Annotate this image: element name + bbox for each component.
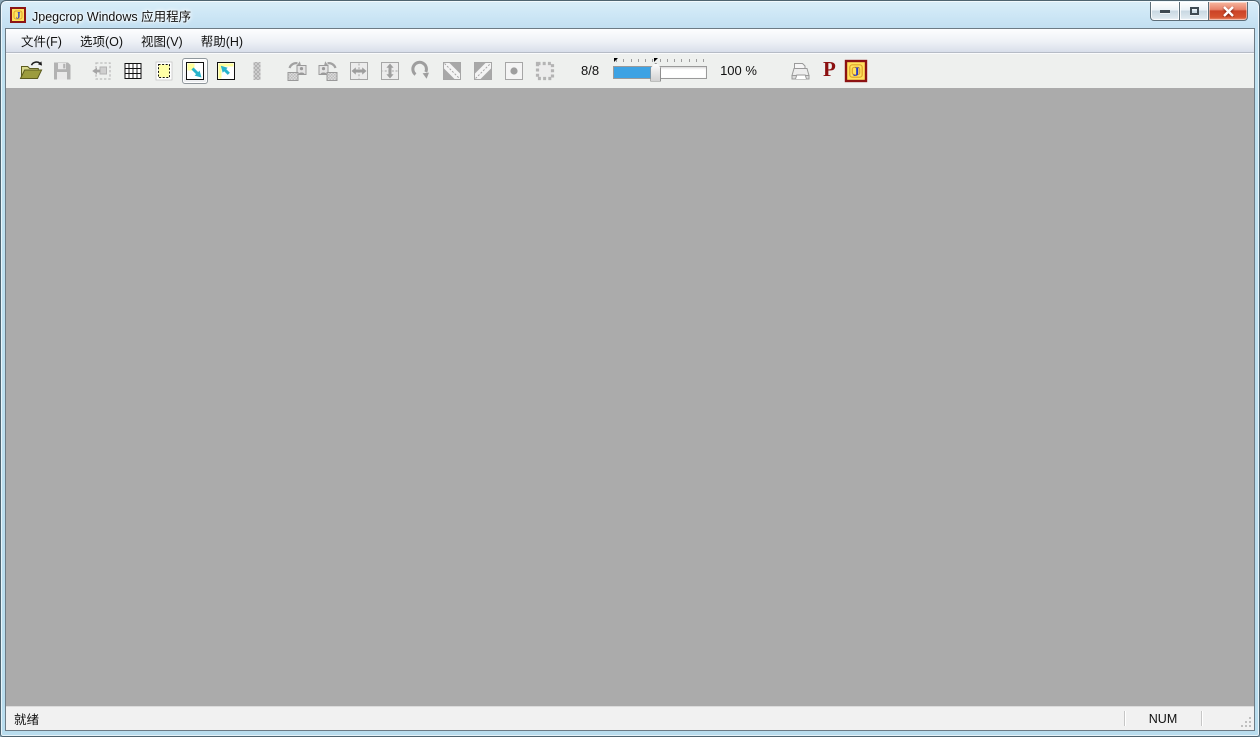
window-body: 文件(F) 选项(O) 视图(V) 帮助(H) 8/8 100 % PJ 就绪 bbox=[5, 28, 1255, 731]
toolbar-buttons bbox=[18, 58, 563, 84]
flip-horizontal-icon bbox=[347, 59, 371, 83]
transpose-button bbox=[439, 58, 465, 84]
slider-fill bbox=[614, 67, 656, 78]
minimize-icon bbox=[1160, 10, 1170, 13]
save-icon bbox=[50, 59, 74, 83]
grid-icon bbox=[121, 59, 145, 83]
maximize-button[interactable] bbox=[1179, 2, 1209, 21]
menu-options[interactable]: 选项(O) bbox=[71, 28, 132, 53]
slider-tick bbox=[674, 59, 675, 62]
crop-dot-button bbox=[501, 58, 527, 84]
flip-vertical-icon bbox=[378, 59, 402, 83]
slider-tick bbox=[703, 59, 704, 62]
minimize-button[interactable] bbox=[1150, 2, 1180, 21]
grid-button[interactable] bbox=[120, 58, 146, 84]
zoom-slider[interactable] bbox=[613, 58, 707, 84]
app-window: J Jpegcrop Windows 应用程序 文件(F) 选项(O) 视图(V… bbox=[0, 0, 1260, 737]
crop-icon bbox=[90, 59, 114, 83]
resize-grip[interactable] bbox=[1238, 707, 1254, 730]
window-title: Jpegcrop Windows 应用程序 bbox=[32, 6, 191, 25]
transverse-button bbox=[470, 58, 496, 84]
menu-help[interactable]: 帮助(H) bbox=[192, 28, 252, 53]
print-icon bbox=[788, 59, 812, 83]
separator-bar-icon bbox=[245, 59, 269, 83]
zoom-fit-icon bbox=[183, 59, 207, 83]
rotate-image-left-icon bbox=[285, 59, 309, 83]
rotate-180-button bbox=[408, 58, 434, 84]
p-marker-button[interactable]: P bbox=[823, 59, 836, 80]
slider-tick bbox=[623, 59, 624, 62]
slider-tick bbox=[638, 59, 639, 62]
slider-tick bbox=[681, 59, 682, 62]
slider-tick bbox=[631, 59, 632, 62]
separator-bar-button bbox=[244, 58, 270, 84]
crop-button bbox=[89, 58, 115, 84]
zoom-fit-button[interactable] bbox=[182, 58, 208, 84]
slider-position-mark bbox=[654, 58, 658, 62]
slider-tick bbox=[660, 59, 661, 62]
zoom-actual-button[interactable] bbox=[213, 58, 239, 84]
zoom-actual-icon bbox=[214, 59, 238, 83]
rotate-image-left-button bbox=[284, 58, 310, 84]
menu-view[interactable]: 视图(V) bbox=[132, 28, 192, 53]
open-button[interactable] bbox=[18, 58, 44, 84]
resize-grip-icon bbox=[1239, 715, 1252, 728]
titlebar[interactable]: J Jpegcrop Windows 应用程序 bbox=[2, 2, 1258, 28]
dashed-frame-icon bbox=[533, 59, 557, 83]
open-icon bbox=[19, 59, 43, 83]
crop-dot-icon bbox=[502, 59, 526, 83]
rotate-180-icon bbox=[409, 59, 433, 83]
save-button bbox=[49, 58, 75, 84]
slider-tick bbox=[689, 59, 690, 62]
app-icon: J bbox=[10, 7, 26, 23]
close-button[interactable] bbox=[1208, 2, 1248, 21]
selection-icon bbox=[152, 59, 176, 83]
slider-tick bbox=[667, 59, 668, 62]
page-indicator: 8/8 bbox=[581, 63, 599, 78]
slider-tick bbox=[652, 59, 653, 62]
slider-start-mark bbox=[614, 58, 618, 62]
menu-bar: 文件(F) 选项(O) 视图(V) 帮助(H) bbox=[6, 29, 1254, 53]
toolbar-right-group: PJ bbox=[787, 58, 874, 84]
toolbar: 8/8 100 % PJ bbox=[6, 53, 1254, 88]
slider-tick bbox=[645, 59, 646, 62]
svg-text:J: J bbox=[853, 63, 860, 78]
transverse-icon bbox=[471, 59, 495, 83]
maximize-icon bbox=[1190, 7, 1199, 15]
dashed-frame-button bbox=[532, 58, 558, 84]
slider-ticks bbox=[616, 59, 704, 62]
zoom-level-label: 100 % bbox=[720, 63, 757, 78]
status-separator bbox=[1201, 711, 1202, 726]
status-message: 就绪 bbox=[6, 709, 1124, 728]
window-controls bbox=[1150, 2, 1248, 21]
num-indicator: NUM bbox=[1125, 712, 1201, 726]
client-area bbox=[6, 88, 1254, 706]
print-button bbox=[787, 58, 813, 84]
rotate-image-right-button bbox=[315, 58, 341, 84]
slider-tick bbox=[696, 59, 697, 62]
about-icon: J bbox=[844, 59, 868, 83]
selection-button[interactable] bbox=[151, 58, 177, 84]
flip-horizontal-button bbox=[346, 58, 372, 84]
rotate-image-right-icon bbox=[316, 59, 340, 83]
flip-vertical-button bbox=[377, 58, 403, 84]
transpose-icon bbox=[440, 59, 464, 83]
svg-text:J: J bbox=[16, 11, 21, 21]
status-bar: 就绪 NUM bbox=[6, 706, 1254, 730]
menu-file[interactable]: 文件(F) bbox=[12, 28, 71, 53]
about-button[interactable]: J bbox=[843, 58, 869, 84]
close-icon bbox=[1222, 6, 1235, 17]
